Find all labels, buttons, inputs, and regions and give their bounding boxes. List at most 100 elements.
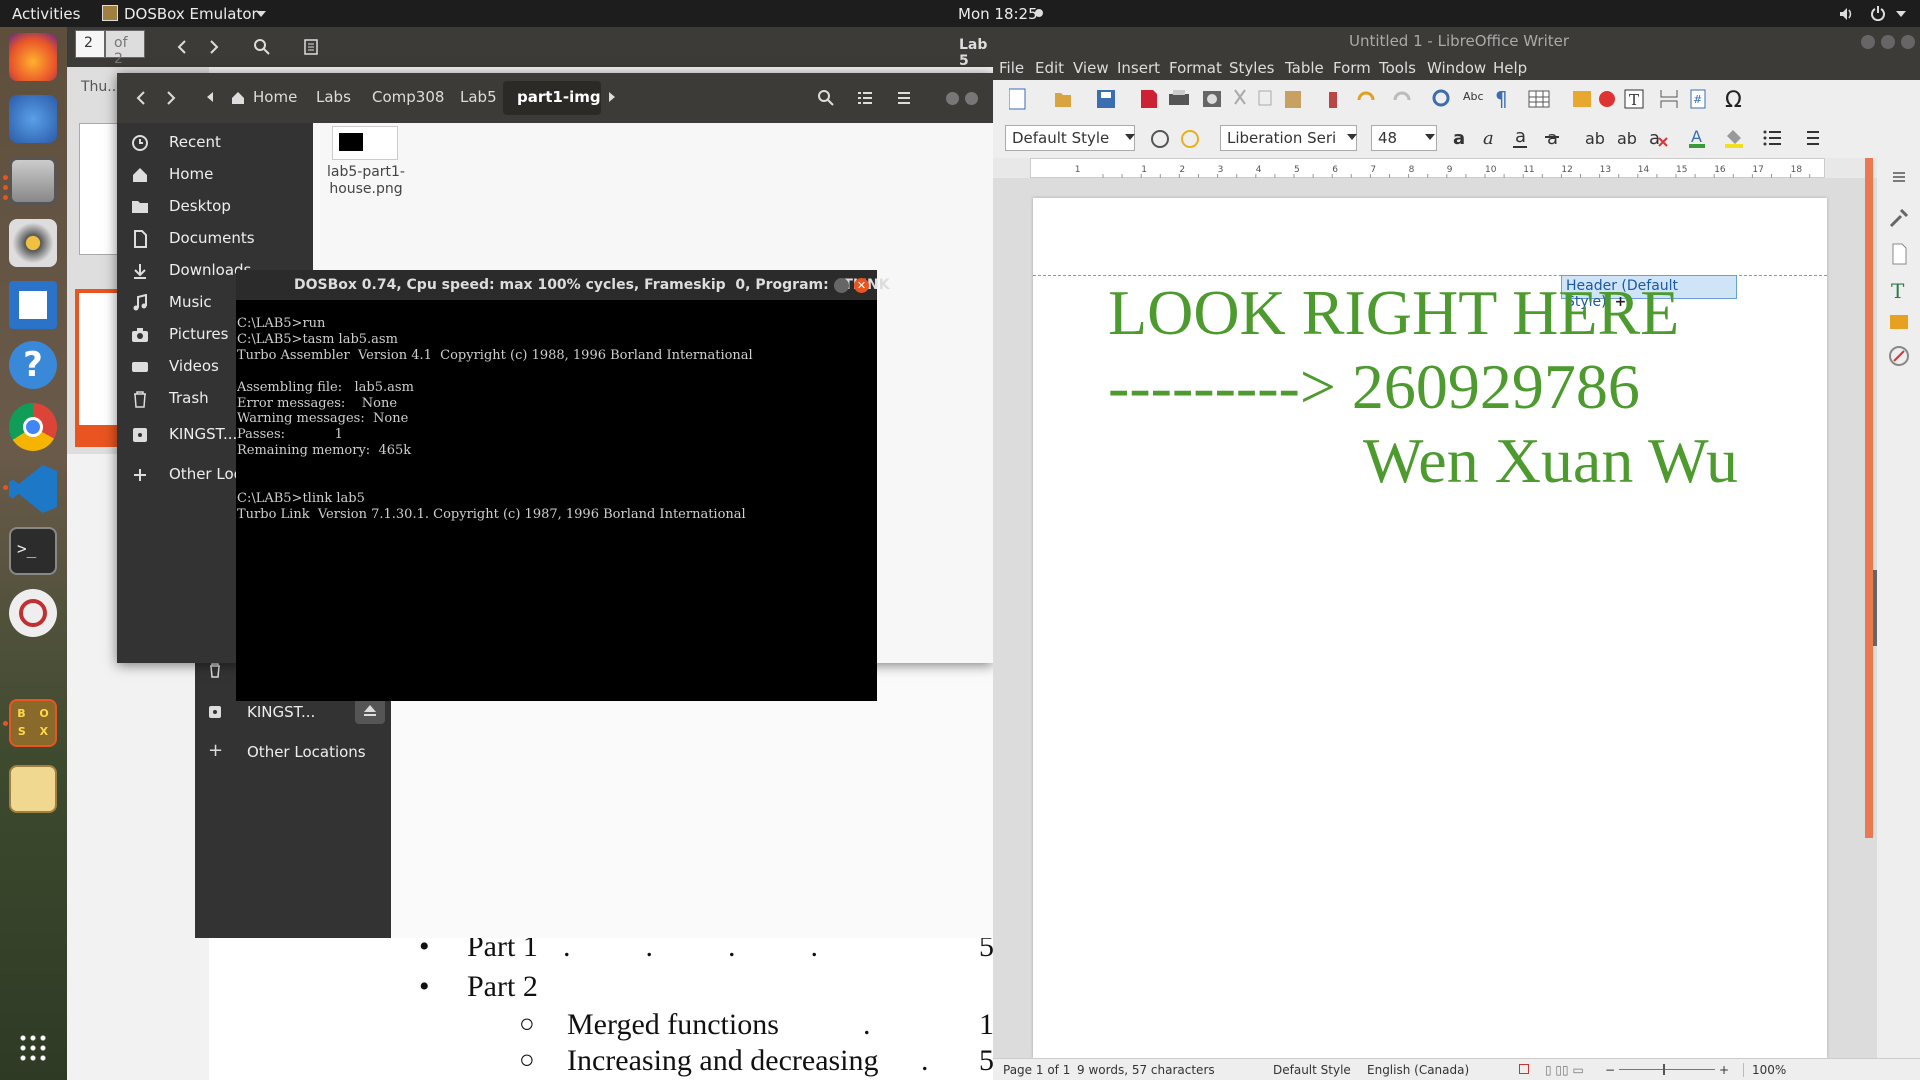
- zoom-level[interactable]: 100%: [1743, 1063, 1786, 1077]
- page-icon[interactable]: [1887, 242, 1911, 266]
- forward-icon[interactable]: [165, 90, 177, 106]
- clock[interactable]: Mon 18:25: [958, 5, 1038, 23]
- undo-icon[interactable]: [1357, 91, 1375, 101]
- breadcrumb-part1-img[interactable]: part1-img: [517, 88, 601, 106]
- chrome-icon[interactable]: [9, 403, 57, 451]
- eject-button[interactable]: [355, 698, 385, 724]
- back-icon[interactable]: [135, 90, 147, 106]
- insert-textbox-icon[interactable]: T: [1624, 89, 1644, 109]
- sidebar-item-documents[interactable]: Documents: [117, 223, 313, 255]
- document-line-3[interactable]: Wen Xuan Wu: [1363, 429, 1738, 493]
- app-grid-icon[interactable]: [18, 1033, 48, 1063]
- thunderbird-icon[interactable]: [9, 95, 57, 143]
- export-pdf-icon[interactable]: [1141, 90, 1157, 108]
- file-item[interactable]: lab5-part1- house.png: [327, 126, 405, 197]
- spelling-icon[interactable]: Abc: [1463, 90, 1484, 103]
- subscript-icon[interactable]: ab: [1617, 129, 1637, 148]
- open-icon[interactable]: [1055, 93, 1071, 107]
- files-icon[interactable]: [9, 157, 57, 205]
- firefox-icon[interactable]: [9, 33, 57, 81]
- menu-format[interactable]: Format: [1169, 59, 1222, 77]
- menu-window[interactable]: Window: [1427, 59, 1486, 77]
- status-page[interactable]: Page 1 of 1: [1003, 1063, 1070, 1077]
- menu-form[interactable]: Form: [1333, 59, 1371, 77]
- menu-insert[interactable]: Insert: [1117, 59, 1160, 77]
- next-page-icon[interactable]: [207, 39, 221, 55]
- special-character-icon[interactable]: Ω: [1725, 88, 1742, 110]
- system-menu-arrow-icon[interactable]: [1896, 11, 1906, 17]
- menu-table[interactable]: Table: [1285, 59, 1324, 77]
- breadcrumb-left-arrow-icon[interactable]: [207, 92, 213, 102]
- breadcrumb-labs[interactable]: Labs: [316, 88, 351, 106]
- save-icon[interactable]: [1097, 90, 1115, 108]
- page-number-input[interactable]: 2: [75, 30, 105, 58]
- underline-icon[interactable]: a: [1513, 126, 1527, 148]
- document-line-1[interactable]: LOOK RIGHT HERE: [1108, 281, 1679, 345]
- search-icon[interactable]: [253, 38, 271, 56]
- gallery-icon[interactable]: [1887, 310, 1911, 334]
- libreoffice-impress-icon[interactable]: [9, 589, 57, 637]
- vscode-icon[interactable]: [9, 465, 57, 513]
- previous-page-icon[interactable]: [175, 39, 189, 55]
- redo-icon[interactable]: [1393, 91, 1411, 101]
- close-button[interactable]: ✕: [854, 278, 869, 293]
- volume-icon[interactable]: [1838, 6, 1854, 22]
- bullet-list-icon[interactable]: [1763, 130, 1782, 146]
- status-word-count[interactable]: 9 words, 57 characters: [1077, 1063, 1215, 1077]
- dosbox-screen[interactable]: C:\LAB5>run C:\LAB5>tasm lab5.asm Turbo …: [236, 300, 877, 701]
- trash-icon[interactable]: [207, 662, 223, 678]
- sidebar-item-drive[interactable]: KINGST...: [247, 703, 315, 721]
- sidebar-menu-icon[interactable]: [1891, 170, 1907, 184]
- drive-icon[interactable]: [207, 704, 223, 720]
- status-page-style[interactable]: Default Style: [1273, 1063, 1351, 1077]
- insert-field-icon[interactable]: #: [1690, 89, 1706, 109]
- copy-icon[interactable]: [1258, 90, 1272, 106]
- clone-formatting-icon[interactable]: [1329, 92, 1337, 108]
- activities-button[interactable]: Activities: [12, 5, 80, 23]
- breadcrumb-lab5[interactable]: Lab5: [460, 88, 497, 106]
- zoom-slider-handle[interactable]: [1663, 1064, 1665, 1075]
- superscript-icon[interactable]: ab: [1585, 129, 1605, 148]
- status-language[interactable]: English (Canada): [1367, 1063, 1469, 1077]
- insert-page-break-icon[interactable]: [1660, 90, 1678, 108]
- sidebar-item-home[interactable]: Home: [117, 159, 313, 191]
- help-icon[interactable]: ?: [9, 341, 57, 389]
- cut-icon[interactable]: [1234, 89, 1246, 105]
- sidebar-item-recent[interactable]: Recent: [117, 127, 313, 159]
- text-editor-icon[interactable]: [9, 765, 57, 813]
- italic-icon[interactable]: a: [1483, 128, 1494, 149]
- styles-icon[interactable]: T: [1887, 278, 1911, 302]
- zoom-slider[interactable]: [1619, 1069, 1715, 1070]
- update-style-icon[interactable]: [1149, 128, 1171, 150]
- print-preview-icon[interactable]: [1203, 91, 1221, 107]
- highlight-icon[interactable]: [1725, 130, 1743, 148]
- menu-tools[interactable]: Tools: [1379, 59, 1416, 77]
- strikethrough-icon[interactable]: a: [1545, 128, 1559, 149]
- terminal-icon[interactable]: >_: [9, 527, 57, 575]
- search-icon[interactable]: [817, 89, 835, 107]
- insert-image-icon[interactable]: [1573, 91, 1591, 107]
- new-style-icon[interactable]: [1179, 128, 1201, 150]
- list-view-icon[interactable]: [857, 91, 873, 105]
- close-button[interactable]: [1901, 35, 1915, 49]
- bold-icon[interactable]: a: [1453, 128, 1465, 149]
- menu-view[interactable]: View: [1073, 59, 1109, 77]
- sidebar-item-desktop[interactable]: Desktop: [117, 191, 313, 223]
- maximize-button[interactable]: [965, 92, 978, 105]
- breadcrumb-home[interactable]: Home: [253, 88, 297, 106]
- power-icon[interactable]: [1870, 5, 1886, 21]
- print-icon[interactable]: [1169, 90, 1189, 105]
- horizontal-ruler[interactable]: 1 1 2 3 4 5 6 7 8 9 10 11 12 13 14 15 16 17 18: [1030, 158, 1825, 178]
- writer-page[interactable]: Header (Default Style) + LOOK RIGHT HERE …: [1033, 198, 1827, 1058]
- paste-icon[interactable]: [1285, 91, 1301, 108]
- insert-table-icon[interactable]: [1528, 90, 1550, 108]
- properties-icon[interactable]: [1887, 206, 1911, 230]
- maximize-button[interactable]: [1881, 35, 1895, 49]
- formatting-marks-icon[interactable]: ¶: [1495, 88, 1508, 110]
- clear-formatting-icon[interactable]: a: [1649, 128, 1668, 149]
- menu-file[interactable]: File: [999, 59, 1024, 77]
- insert-chart-icon[interactable]: [1599, 91, 1615, 107]
- breadcrumb-comp308[interactable]: Comp308: [372, 88, 444, 106]
- font-color-icon[interactable]: A: [1689, 127, 1705, 148]
- find-replace-icon[interactable]: [1432, 89, 1450, 107]
